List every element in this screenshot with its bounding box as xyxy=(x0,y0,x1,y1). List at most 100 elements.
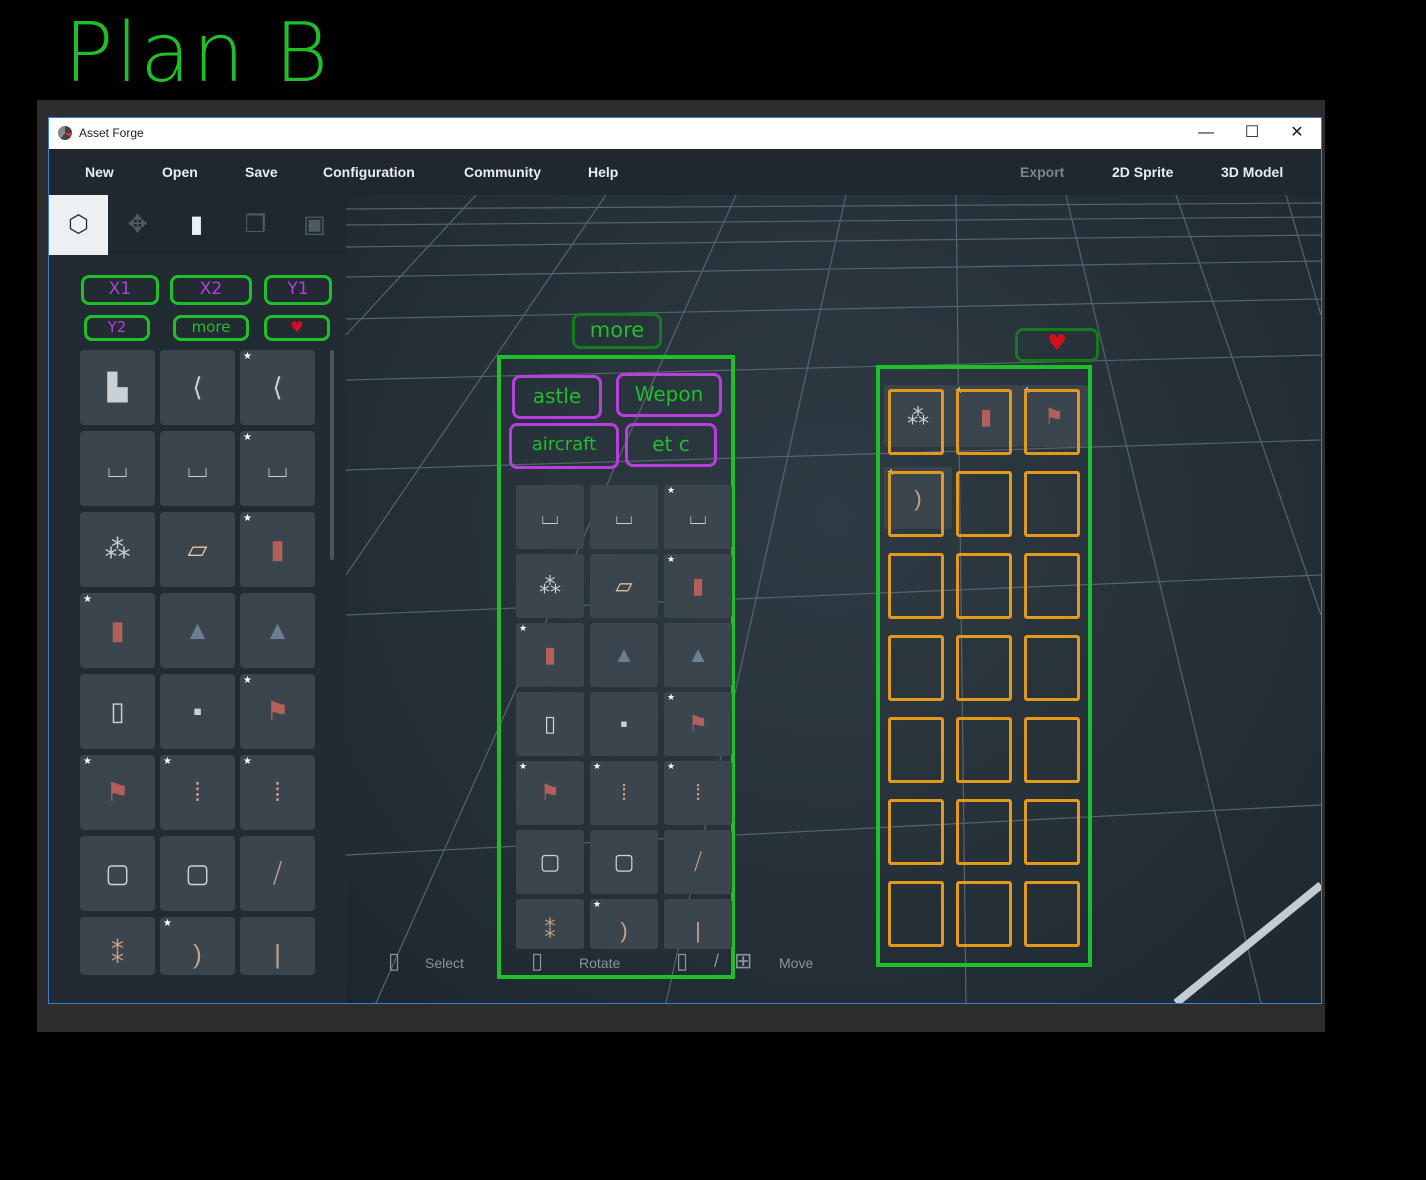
asset-tile[interactable]: ⚑ ★ xyxy=(80,755,155,830)
asset-tile[interactable]: ⌴ xyxy=(516,485,584,549)
category-tab-etc[interactable]: et c xyxy=(625,423,717,467)
category-tab-weapon[interactable]: Wepon xyxy=(616,373,722,417)
favorite-slot[interactable] xyxy=(888,389,944,455)
asset-tile[interactable]: ▱ xyxy=(590,554,658,618)
asset-tile[interactable]: ⚑ ★ xyxy=(516,761,584,825)
asset-tile[interactable]: ▮ ★ xyxy=(664,554,732,618)
asset-tile[interactable]: ⁑ xyxy=(516,899,584,949)
asset-tile[interactable]: ▢ xyxy=(160,836,235,911)
favorite-slot[interactable] xyxy=(956,389,1012,455)
maximize-button[interactable]: ☐ xyxy=(1229,118,1275,149)
viewport-3d[interactable]: ▯ Select ▯ Rotate ▯ / ⊞ Move more astle … xyxy=(346,195,1321,1003)
asset-tile[interactable]: ▯ xyxy=(80,674,155,749)
filter-more[interactable]: more xyxy=(173,315,249,341)
asset-tile[interactable]: ⧸ xyxy=(664,830,732,894)
favorite-slot[interactable] xyxy=(956,471,1012,537)
asset-tile[interactable]: ▢ xyxy=(590,830,658,894)
asset-tile[interactable]: ⧸ xyxy=(240,836,315,911)
menu-help[interactable]: Help xyxy=(588,164,618,180)
asset-tile[interactable]: ▪ xyxy=(160,674,235,749)
sidebar: ⬡ ✥ ▮ ❐ ▣ X1 X2 Y1 Y2 more ♥ ▙ ⟨ ⟨ ★ ⌴ ⌴ ⌴ ★ ⁂ ▱ ▮… xyxy=(49,195,346,1003)
save-disk-icon[interactable]: ▣ xyxy=(285,195,344,255)
asset-tile[interactable]: ▮ ★ xyxy=(240,512,315,587)
asset-tile[interactable]: ⌴ ★ xyxy=(240,431,315,506)
favorite-slot[interactable] xyxy=(888,553,944,619)
close-button[interactable]: ✕ xyxy=(1274,118,1320,149)
favorite-star-icon: ★ xyxy=(83,594,92,605)
favorite-slot[interactable] xyxy=(1024,553,1080,619)
asset-tile[interactable]: ⁑ xyxy=(80,917,155,975)
cube-icon[interactable]: ⬡ xyxy=(49,195,108,255)
asset-tile[interactable]: ▮ ★ xyxy=(80,593,155,668)
filter-y2[interactable]: Y2 xyxy=(84,315,150,341)
asset-tile[interactable]: ▢ xyxy=(516,830,584,894)
asset-scrollbar[interactable] xyxy=(330,350,334,560)
asset-tile[interactable]: | xyxy=(664,899,732,949)
menu-export[interactable]: Export xyxy=(1020,164,1064,180)
asset-tile[interactable]: ⁞ ★ xyxy=(664,761,732,825)
asset-tile[interactable]: ⌴ ★ xyxy=(664,485,732,549)
menu-configuration[interactable]: Configuration xyxy=(323,164,415,180)
favorite-slot[interactable] xyxy=(1024,881,1080,947)
favorite-slot[interactable] xyxy=(888,717,944,783)
favorite-slot[interactable] xyxy=(956,881,1012,947)
asset-tile[interactable]: ⌴ xyxy=(590,485,658,549)
mouse-left-icon: ▯ xyxy=(388,948,401,973)
filter-y1[interactable]: Y1 xyxy=(264,275,332,305)
favorite-slot[interactable] xyxy=(1024,799,1080,865)
menu-save[interactable]: Save xyxy=(245,164,278,180)
asset-tile[interactable]: ▲ xyxy=(160,593,235,668)
asset-tile[interactable]: ⚑ ★ xyxy=(240,674,315,749)
asset-tile[interactable]: ⟨ xyxy=(160,350,235,425)
stakes-icon: ⁑ xyxy=(544,918,556,943)
asset-tile[interactable]: ⁞ ★ xyxy=(240,755,315,830)
menu-new[interactable]: New xyxy=(85,164,114,180)
asset-tile[interactable]: ▱ xyxy=(160,512,235,587)
asset-tile[interactable]: ▲ xyxy=(664,623,732,687)
asset-tile[interactable]: ) ★ xyxy=(160,917,235,975)
favorite-slot[interactable] xyxy=(888,799,944,865)
asset-tile[interactable]: ⁂ xyxy=(80,512,155,587)
favorite-slot[interactable] xyxy=(956,717,1012,783)
asset-tile[interactable]: ▢ xyxy=(80,836,155,911)
filter-x1[interactable]: X1 xyxy=(81,275,159,305)
favorite-slot[interactable] xyxy=(888,471,944,537)
asset-tile[interactable]: ⌴ xyxy=(80,431,155,506)
menu-community[interactable]: Community xyxy=(464,164,541,180)
favorite-slot[interactable] xyxy=(956,553,1012,619)
asset-tile[interactable]: ▪ xyxy=(590,692,658,756)
duplicate-icon[interactable]: ❐ xyxy=(226,195,285,255)
minimize-button[interactable]: — xyxy=(1183,118,1229,149)
asset-tile[interactable]: ▯ xyxy=(516,692,584,756)
asset-tile[interactable]: ⁞ ★ xyxy=(160,755,235,830)
asset-tile[interactable]: ⁂ xyxy=(516,554,584,618)
favorite-slot[interactable] xyxy=(1024,717,1080,783)
asset-tile[interactable]: ⟨ ★ xyxy=(240,350,315,425)
category-tab-castle[interactable]: astle xyxy=(512,375,602,419)
move-arrows-icon[interactable]: ✥ xyxy=(108,195,167,255)
favorite-slot[interactable] xyxy=(1024,389,1080,455)
favorite-slot[interactable] xyxy=(956,635,1012,701)
favorite-star-icon: ★ xyxy=(163,918,172,929)
asset-tile[interactable]: ▮ ★ xyxy=(516,623,584,687)
asset-tile[interactable]: ⌴ xyxy=(160,431,235,506)
filter-favorites[interactable]: ♥ xyxy=(264,315,330,341)
favorite-slot[interactable] xyxy=(1024,635,1080,701)
paint-roller-icon[interactable]: ▮ xyxy=(167,195,226,255)
favorite-slot[interactable] xyxy=(888,881,944,947)
menu-2d-sprite[interactable]: 2D Sprite xyxy=(1112,164,1173,180)
favorite-slot[interactable] xyxy=(1024,471,1080,537)
menu-3d-model[interactable]: 3D Model xyxy=(1221,164,1283,180)
favorite-slot[interactable] xyxy=(956,799,1012,865)
category-tab-aircraft[interactable]: aircraft xyxy=(509,423,619,469)
asset-tile[interactable]: ▲ xyxy=(240,593,315,668)
favorite-slot[interactable] xyxy=(888,635,944,701)
filter-x2[interactable]: X2 xyxy=(170,275,252,305)
menu-open[interactable]: Open xyxy=(162,164,198,180)
asset-tile[interactable]: ▲ xyxy=(590,623,658,687)
asset-tile[interactable]: ▙ xyxy=(80,350,155,425)
asset-tile[interactable]: ⚑ ★ xyxy=(664,692,732,756)
asset-tile[interactable]: | xyxy=(240,917,315,975)
asset-tile[interactable]: ⁞ ★ xyxy=(590,761,658,825)
asset-tile[interactable]: ) ★ xyxy=(590,899,658,949)
